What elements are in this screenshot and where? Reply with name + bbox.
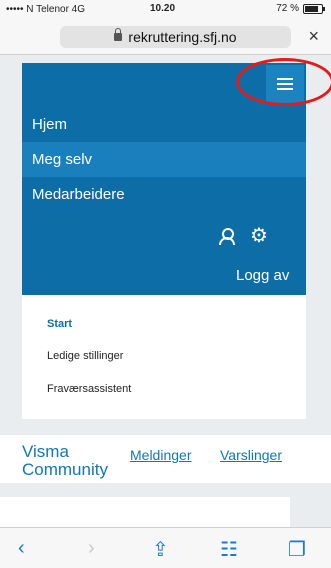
- nav-item-medarbeidere[interactable]: Medarbeidere: [22, 177, 306, 212]
- url-text: rekruttering.sfj.no: [128, 29, 237, 45]
- meldinger-link[interactable]: Meldinger: [130, 447, 191, 463]
- community-bar: Visma Community Meldinger Varslinger: [0, 435, 331, 483]
- share-icon[interactable]: ⇪: [152, 537, 169, 562]
- logout-link[interactable]: Logg av: [236, 267, 289, 284]
- nav-item-meg-selv[interactable]: Meg selv: [22, 142, 306, 177]
- community-title-line2[interactable]: Community: [22, 460, 108, 480]
- battery-percentage: 72 %: [276, 3, 299, 14]
- user-settings-icon[interactable]: [218, 227, 236, 245]
- browser-toolbar: ‹ › ⇪ ☷ ❐: [0, 527, 331, 568]
- carrier-signal: ••••• N Telenor 4G: [6, 4, 86, 15]
- bookmarks-icon[interactable]: ☷: [220, 537, 238, 562]
- battery-icon: [303, 3, 325, 14]
- gear-icon[interactable]: ⚙: [250, 226, 268, 246]
- link-fravaersassistent[interactable]: Fraværsassistent: [47, 383, 131, 395]
- battery-status: 72 %: [276, 3, 325, 14]
- highlight-circle: [236, 58, 331, 106]
- link-ledige-stillinger[interactable]: Ledige stillinger: [47, 350, 123, 362]
- nav-item-hjem[interactable]: Hjem: [22, 107, 306, 142]
- user-tools: ⚙: [218, 226, 268, 246]
- forward-icon[interactable]: ›: [88, 537, 95, 560]
- community-title-line1[interactable]: Visma: [22, 443, 69, 460]
- tabs-icon[interactable]: ❐: [288, 537, 306, 562]
- varslinger-link[interactable]: Varslinger: [220, 447, 282, 463]
- content-card: [0, 497, 290, 527]
- page-content: Hjem Meg selv Medarbeidere ⚙ Logg av Sta…: [0, 55, 331, 527]
- back-icon[interactable]: ‹: [18, 537, 25, 560]
- link-start[interactable]: Start: [47, 318, 72, 330]
- links-panel: Start Ledige stillinger Fraværsassistent: [22, 295, 306, 419]
- clock: 10.20: [150, 3, 176, 14]
- battery-fill: [305, 5, 318, 12]
- url-field[interactable]: rekruttering.sfj.no: [60, 26, 291, 48]
- address-bar: rekruttering.sfj.no ×: [0, 18, 331, 55]
- close-icon[interactable]: ×: [308, 26, 319, 47]
- status-bar: ••••• N Telenor 4G 10.20 72 %: [0, 0, 331, 18]
- lock-icon: [114, 28, 123, 41]
